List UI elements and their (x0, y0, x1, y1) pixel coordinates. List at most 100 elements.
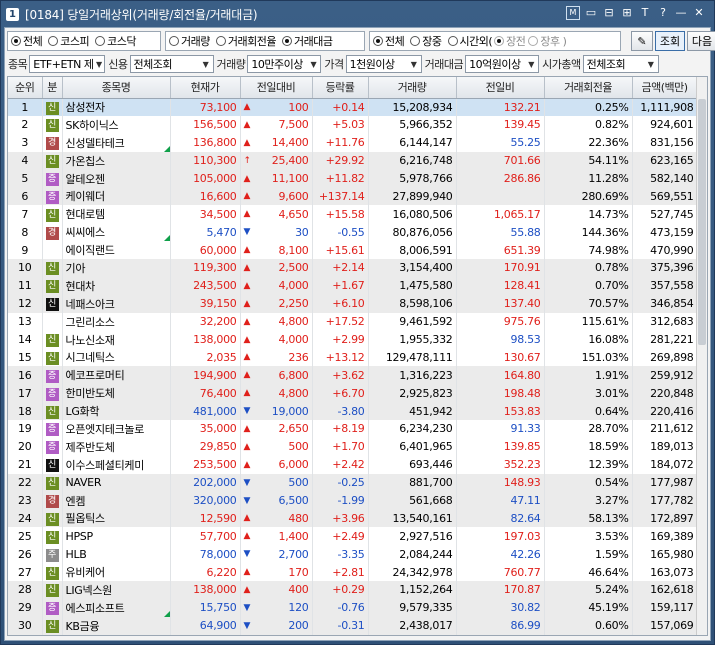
table-row[interactable]: 6 증 케이웨더 16,600 ▲ 9,600 +137.14 27,899,940 280.6… (8, 187, 698, 206)
volume-select[interactable]: 10만주이상 ▼ (247, 55, 322, 73)
market-all-radio[interactable]: 전체 (11, 33, 43, 49)
scroll-thumb[interactable] (698, 99, 706, 345)
session-afterhours-radio[interactable]: 시간외( (447, 33, 493, 49)
table-row[interactable]: 9 에이직랜드 60,000 ▲ 8,100 +15.61 8,006,591 651.39 7… (8, 241, 698, 260)
table-row[interactable]: 28 신 LIG넥스원 138,000 ▲ 400 +0.29 1,152,264 170.87… (8, 581, 698, 599)
stock-name-cell[interactable]: 가온칩스 (62, 151, 171, 170)
table-row[interactable]: 26 주 HLB 78,000 ▼ 2,700 -3.35 2,084,244 42.26 1.5… (8, 545, 698, 564)
col-change[interactable]: 전일대비 (240, 77, 313, 99)
font-icon[interactable]: T (638, 6, 652, 20)
stock-name-cell[interactable]: 씨씨에스 (62, 223, 171, 242)
table-row[interactable]: 12 신 네패스아크 39,150 ▲ 2,250 +6.10 8,598,106 137.40… (8, 294, 698, 313)
split-icon[interactable]: ⊟ (602, 6, 616, 20)
table-row[interactable]: 1 신 삼성전자 73,100 ▲ 100 +0.14 15,208,934 132.21 0.2… (8, 98, 698, 116)
table-row[interactable]: 14 신 나노신소재 138,000 ▲ 4,000 +2.99 1,955,332 98.53… (8, 330, 698, 349)
table-row[interactable]: 13 그린리소스 32,200 ▲ 4,800 +17.52 9,461,592 975.76… (8, 312, 698, 331)
col-rank[interactable]: 순위 (8, 77, 43, 99)
table-row[interactable]: 5 증 알테오젠 105,000 ▲ 11,100 +11.82 5,978,766 286.8… (8, 169, 698, 188)
close-icon[interactable]: ✕ (692, 6, 706, 20)
table-row[interactable]: 7 신 현대로템 34,500 ▲ 4,650 +15.58 16,080,506 1,065.… (8, 205, 698, 224)
session-post-radio[interactable]: 장후 ) (528, 33, 567, 49)
stock-name-cell[interactable]: HLB (62, 545, 171, 564)
stock-name-cell[interactable]: 현대차 (62, 276, 171, 295)
stock-name-cell[interactable]: 제주반도체 (62, 437, 171, 456)
table-row[interactable]: 24 신 필옵틱스 12,590 ▲ 480 +3.96 13,540,161 82.64 58.… (8, 509, 698, 528)
next-button[interactable]: 다음 (687, 31, 715, 51)
stock-name-cell[interactable]: 알테오젠 (62, 169, 171, 188)
minimize-icon[interactable]: — (674, 6, 688, 20)
settings-button[interactable]: ✎ (631, 31, 653, 51)
col-rate[interactable]: 등락률 (312, 77, 369, 99)
session-regular-radio[interactable]: 장중 (410, 33, 442, 49)
restore-icon[interactable]: ▭ (584, 6, 598, 20)
price-select[interactable]: 1천원이상 ▼ (345, 55, 422, 73)
stock-name-cell[interactable]: LG화학 (62, 402, 171, 421)
table-row[interactable]: 29 증 에스피소프트 15,750 ▼ 120 -0.76 9,579,335 30.82 45… (8, 598, 698, 617)
stock-name-cell[interactable]: 엔켐 (62, 491, 171, 510)
stock-name-cell[interactable]: NAVER (62, 473, 171, 492)
table-row[interactable]: 22 신 NAVER 202,000 ▼ 500 -0.25 881,700 148.93 0.5… (8, 473, 698, 492)
stock-name-cell[interactable]: 유비케어 (62, 563, 171, 582)
col-turnover[interactable]: 거래회전율 (544, 77, 633, 99)
credit-select[interactable]: 전체조회 ▼ (129, 55, 214, 73)
table-row[interactable]: 30 신 KB금융 64,900 ▼ 200 -0.31 2,438,017 86.99 0.60… (8, 616, 698, 635)
stock-name-cell[interactable]: 현대로템 (62, 205, 171, 224)
table-row[interactable]: 27 신 유비케어 6,220 ▲ 170 +2.81 24,342,978 760.77 46.… (8, 563, 698, 582)
table-row[interactable]: 3 경 신성델타테크 136,800 ▲ 14,400 +11.76 6,144,147 55.… (8, 133, 698, 152)
session-pre-radio[interactable]: 장전 (494, 33, 526, 49)
table-row[interactable]: 20 증 제주반도체 29,850 ▲ 500 +1.70 6,401,965 139.85 18… (8, 437, 698, 456)
memo-icon[interactable]: M (566, 6, 580, 20)
table-row[interactable]: 17 증 한미반도체 76,400 ▲ 4,800 +6.70 2,925,823 198.48… (8, 384, 698, 403)
table-row[interactable]: 2 신 SK하이닉스 156,500 ▲ 7,500 +5.03 5,966,352 139.4… (8, 115, 698, 134)
cap-select[interactable]: 전체조회 ▼ (582, 55, 659, 73)
col-name[interactable]: 종목명 (62, 77, 171, 99)
stock-name-cell[interactable]: 나노신소재 (62, 330, 171, 349)
amount-select[interactable]: 10억원이상 ▼ (465, 55, 540, 73)
col-price[interactable]: 현재가 (170, 77, 241, 99)
table-row[interactable]: 4 신 가온칩스 110,300 ↑ 25,400 +29.92 6,216,748 701.6… (8, 151, 698, 170)
table-row[interactable]: 23 경 엔켐 320,000 ▼ 6,500 -1.99 561,668 47.11 3.27%… (8, 491, 698, 510)
stock-name-cell[interactable]: 에스피소프트 (62, 598, 171, 617)
market-kosdaq-radio[interactable]: 코스닥 (95, 33, 136, 49)
stock-name-cell[interactable]: 필옵틱스 (62, 509, 171, 528)
sort-volume-radio[interactable]: 거래량 (169, 33, 210, 49)
stock-name-cell[interactable]: 그린리소스 (62, 312, 171, 331)
stock-name-cell[interactable]: LIG넥스원 (62, 581, 171, 599)
stock-name-cell[interactable]: 시그네틱스 (62, 348, 171, 367)
table-row[interactable]: 21 신 이수스페셜티케미 253,500 ▲ 6,000 +2.42 693,446 352.… (8, 455, 698, 474)
stock-name-cell[interactable]: HPSP (62, 527, 171, 546)
help-icon[interactable]: ? (656, 6, 670, 20)
table-row[interactable]: 8 경 씨씨에스 5,470 ▼ 30 -0.55 80,876,056 55.88 144.36… (8, 223, 698, 242)
vertical-scrollbar[interactable] (696, 77, 707, 635)
search-button[interactable]: 조회 (655, 31, 685, 51)
sort-amount-radio[interactable]: 거래대금 (281, 33, 333, 49)
market-kospi-radio[interactable]: 코스피 (48, 33, 90, 49)
table-row[interactable]: 15 신 시그네틱스 2,035 ▲ 236 +13.12 129,478,111 130.67… (8, 348, 698, 367)
stock-name-cell[interactable]: 에이직랜드 (62, 241, 171, 260)
stock-name-cell[interactable]: KB금융 (62, 616, 171, 635)
stock-name-cell[interactable]: 에코프로머티 (62, 366, 171, 385)
grid-icon[interactable]: ⊞ (620, 6, 634, 20)
sort-turnover-radio[interactable]: 거래회전율 (215, 33, 276, 49)
stock-name-cell[interactable]: 오픈엣지테크놀로 (62, 420, 171, 438)
table-row[interactable]: 25 신 HPSP 57,700 ▲ 1,400 +2.49 2,927,516 197.03 3… (8, 527, 698, 546)
col-amount[interactable]: 금액(백만) (632, 77, 698, 99)
table-row[interactable]: 11 신 현대차 243,500 ▲ 4,000 +1.67 1,475,580 128.41 0… (8, 276, 698, 295)
stock-name-cell[interactable]: 신성델타테크 (62, 133, 171, 152)
item-select[interactable]: ETF+ETN 제 ▼ (29, 55, 106, 73)
col-volume[interactable]: 거래량 (368, 77, 457, 99)
col-type[interactable]: 분 (42, 77, 63, 99)
stock-name-cell[interactable]: SK하이닉스 (62, 115, 171, 134)
stock-name-cell[interactable]: 한미반도체 (62, 384, 171, 403)
stock-name-cell[interactable]: 기아 (62, 259, 171, 277)
session-all-radio[interactable]: 전체 (373, 33, 405, 49)
stock-name-cell[interactable]: 삼성전자 (62, 98, 171, 116)
stock-name-cell[interactable]: 네패스아크 (62, 294, 171, 313)
stock-name-cell[interactable]: 이수스페셜티케미 (62, 455, 171, 474)
table-row[interactable]: 18 신 LG화학 481,000 ▼ 19,000 -3.80 451,942 153.83 0… (8, 402, 698, 421)
table-row[interactable]: 16 증 에코프로머티 194,900 ▲ 6,800 +3.62 1,316,223 164.… (8, 366, 698, 385)
table-row[interactable]: 19 증 오픈엣지테크놀로 35,000 ▲ 2,650 +8.19 6,234,230 91.… (8, 420, 698, 438)
col-prev-ratio[interactable]: 전일비 (456, 77, 545, 99)
stock-name-cell[interactable]: 케이웨더 (62, 187, 171, 206)
table-row[interactable]: 10 신 기아 119,300 ▲ 2,500 +2.14 3,154,400 170.91 0.… (8, 259, 698, 277)
